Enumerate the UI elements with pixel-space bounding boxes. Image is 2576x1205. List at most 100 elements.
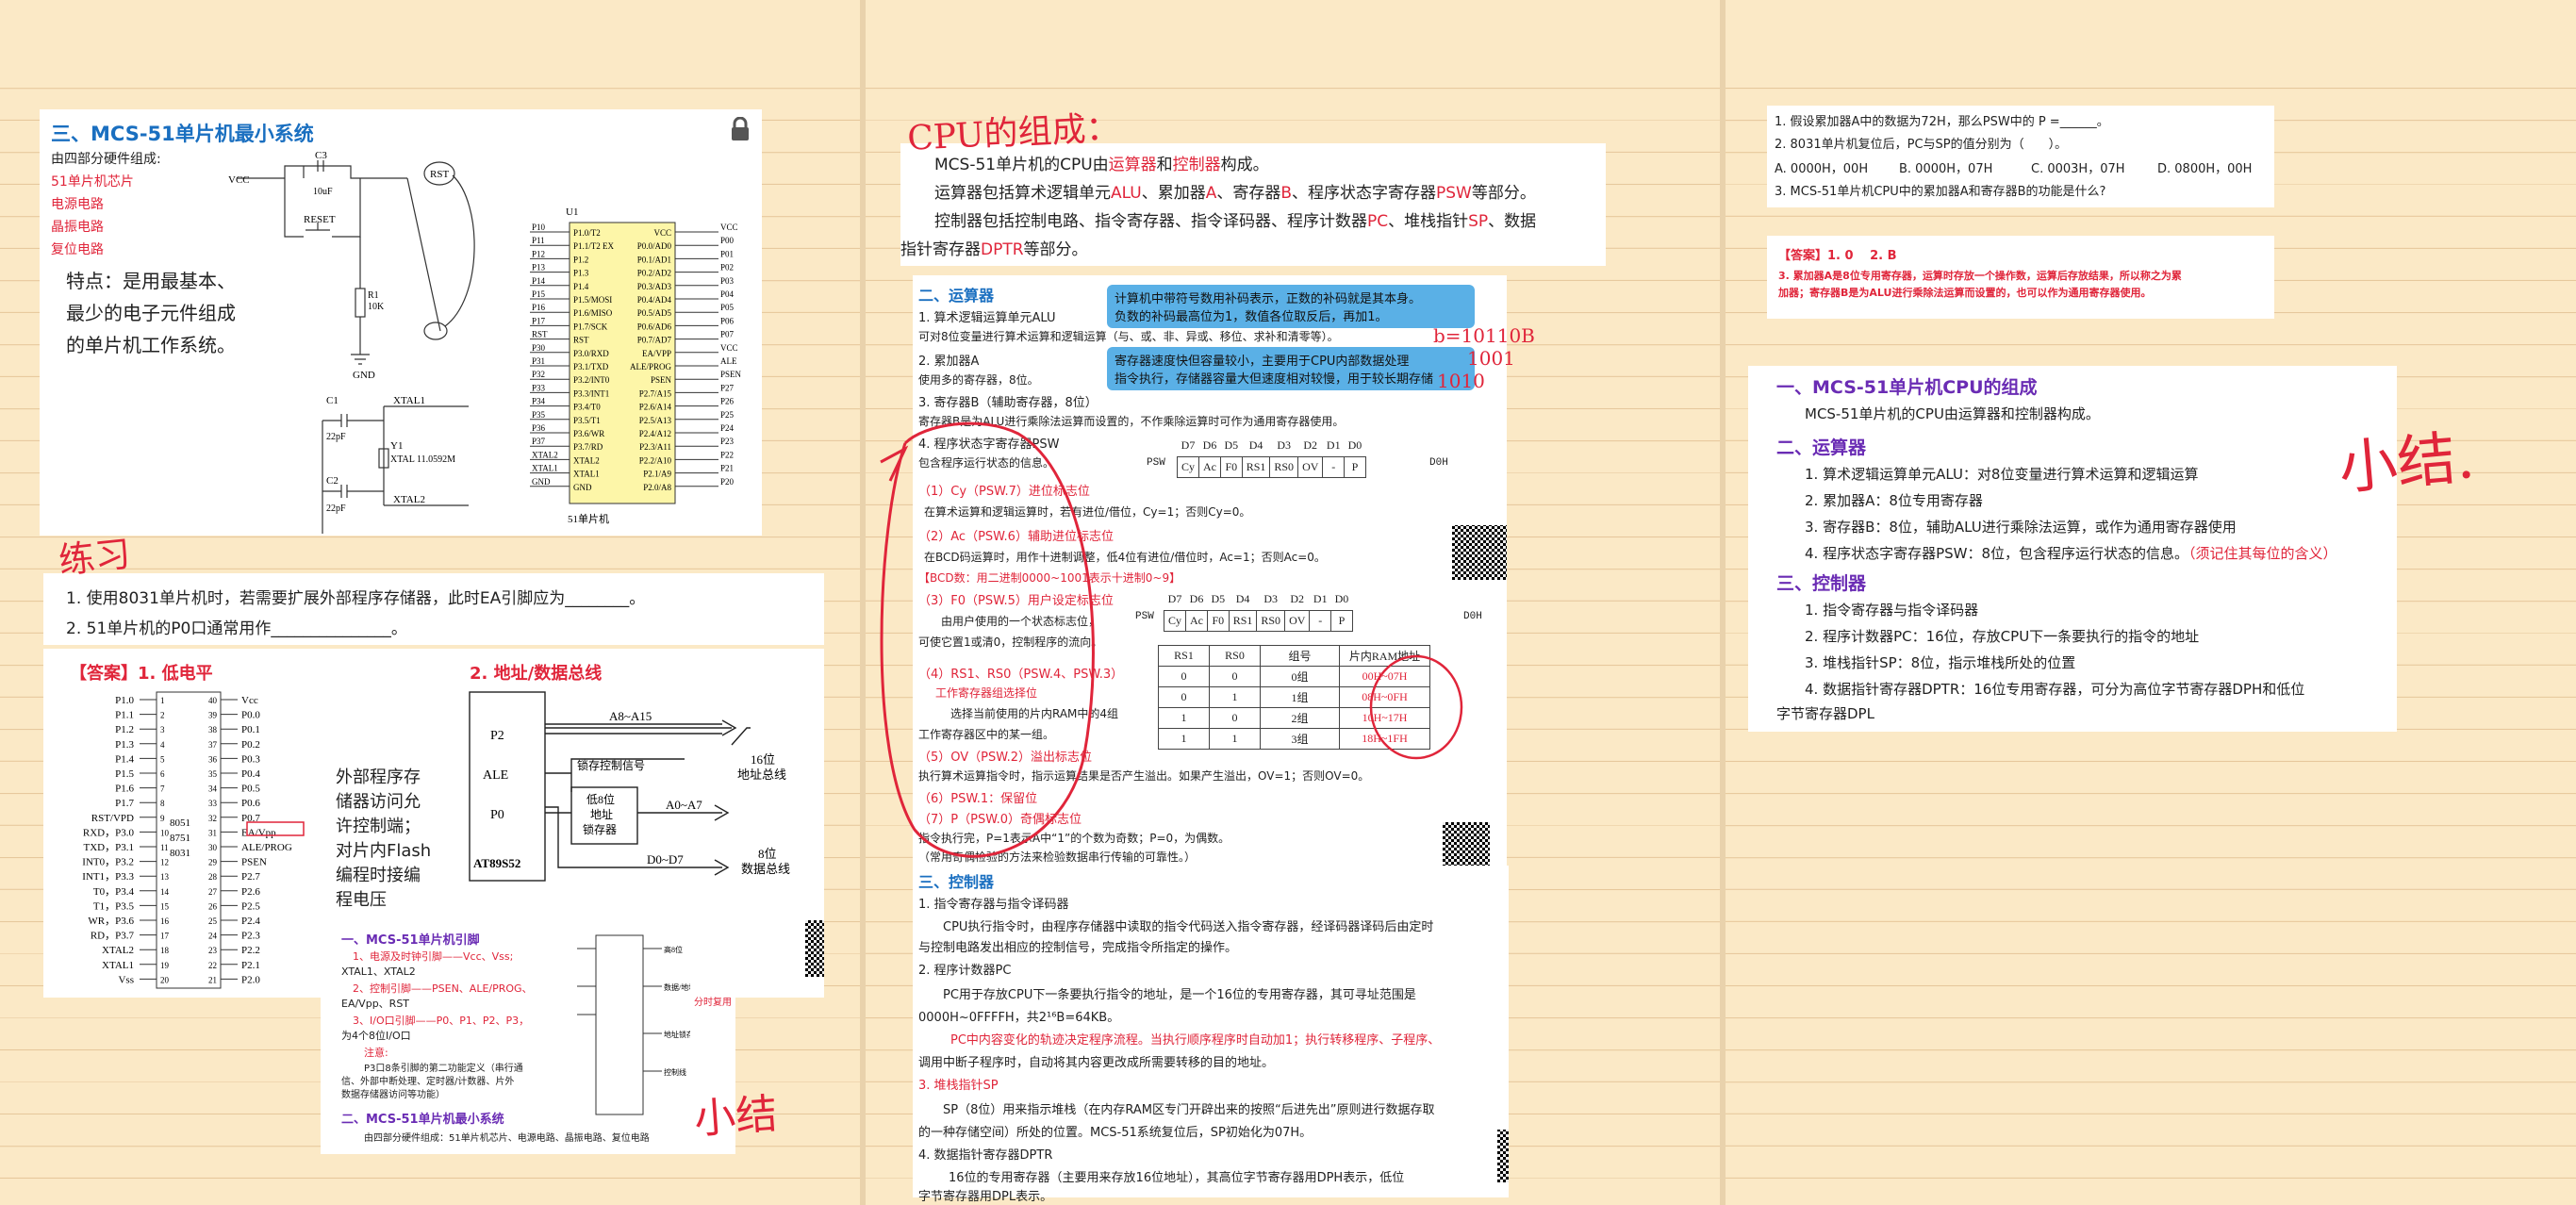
pin-name: P1.1 <box>115 710 134 721</box>
psw-bit-table: D7 D6 D5 D4 D3 D2 D1 D0 Cy Ac F0 RS1 RS0 OV - P <box>1176 436 1366 478</box>
pin-name: P0.5 <box>241 784 260 795</box>
summary-note: 注意: <box>364 1047 388 1059</box>
pin-label: P11 <box>532 236 545 245</box>
pin-name: P1.3 <box>115 739 134 751</box>
pin-number: 16 <box>160 916 170 926</box>
pin-name: XTAL1 <box>102 960 134 971</box>
bit: D5 <box>1211 592 1226 606</box>
rs-header: RS0 <box>1209 645 1261 667</box>
pin-number: 22 <box>208 961 217 970</box>
pin-label: XTAL2 <box>532 450 558 459</box>
summary-line: 由四部分硬件组成：51单片机芯片、电源电路、晶振电路、复位电路 <box>364 1133 650 1144</box>
ctrl-desc: PC用于存放CPU下一条要执行指令的地址，是一个16位的专用寄存器，其可寻址范围… <box>943 988 1416 1002</box>
psw-cell: Cy <box>1176 455 1200 478</box>
data-bus-label: 数据总线 <box>741 862 790 876</box>
pin-name: P2.3/A11 <box>639 442 671 452</box>
lock-icon[interactable] <box>730 116 751 141</box>
ctrl-desc: PC中内容变化的轨迹决定程序流程。当执行顺序程序时自动加1；执行转移程序、子程序… <box>950 1033 1441 1048</box>
psw-label: PSW <box>1147 457 1165 469</box>
p0-pin: P0 <box>490 808 504 822</box>
option: D. 0800H，00H <box>2157 162 2253 176</box>
pin-label: P35 <box>532 410 546 420</box>
pin-name: P1.6/MISO <box>573 308 613 318</box>
text: 控制器 <box>1172 156 1221 174</box>
data-bus-label: 8位 <box>758 847 777 861</box>
ea-note: 对片内Flash <box>336 841 432 861</box>
summary-line: EA/Vpp、RST <box>341 998 410 1010</box>
summary-line: 2. 程序计数器PC：16位，存放CPU下一条要执行的指令的地址 <box>1805 628 2200 645</box>
rs-header: RS1 <box>1158 645 1210 667</box>
summary-line: 数据存储器访问等功能） <box>341 1090 445 1100</box>
pin-name: P2.0/A8 <box>643 483 671 492</box>
text: 、程序状态字寄存器 <box>1292 184 1437 203</box>
feature-text: 特点：是用最基本、 <box>66 270 236 292</box>
ink-summary-note: 小结 <box>692 1089 779 1144</box>
text: 4. 程序状态字寄存器PSW：8位，包含程序运行状态的信息。 <box>1805 545 2189 562</box>
pin-name: P3.5/T1 <box>573 416 601 425</box>
ctrl-desc: SP（8位）用来指示堆栈（在内存RAM区专门开辟出来的按照“后进先出”原则进行数… <box>943 1103 1435 1117</box>
psw-cell: OV <box>1284 609 1311 632</box>
psw-cell: RS1 <box>1228 609 1258 632</box>
bit: D3 <box>1277 438 1292 453</box>
summary-heading: 二、运算器 <box>1776 437 1867 458</box>
summary-line: 信、外部中断处理、定时器/计数器、片外 <box>341 1077 515 1087</box>
pin-name: P2.4/A12 <box>639 429 671 438</box>
pin-name: P1.2 <box>573 255 588 264</box>
psw-cell: OV <box>1297 455 1324 478</box>
chip-model: 8751 <box>170 833 190 844</box>
qr-code-icon[interactable] <box>1497 1130 1509 1182</box>
bit: D2 <box>1303 438 1318 453</box>
pin-name: P1.5 <box>115 768 134 780</box>
u1-label: U1 <box>566 206 578 218</box>
ink-binary-note: b=10110B <box>1433 324 1535 347</box>
xtal2-label: XTAL2 <box>393 494 425 505</box>
psw-bit-table-2: D7 D6 D5 D4 D3 D2 D1 D0 Cy Ac F0 RS1 RS0 OV - P <box>1163 589 1353 632</box>
text: 等部分。 <box>1471 184 1536 203</box>
pin-label: P30 <box>532 343 546 353</box>
ea-note: 编程时接编 <box>336 866 421 885</box>
summary-heading: 一、MCS-51单片机引脚 <box>341 933 480 948</box>
text: 运算器 <box>1108 156 1157 174</box>
pin-number: 31 <box>208 828 217 837</box>
pin-name: P0.4/AD4 <box>637 295 672 305</box>
section-heading: 二、运算器 <box>918 287 995 305</box>
cell: 1 <box>1158 707 1210 729</box>
pin-number: 13 <box>160 872 170 882</box>
ctrl-desc: 字节寄存器用DPL表示。 <box>918 1190 1053 1204</box>
pin-label: P24 <box>720 423 735 433</box>
feature-text: 的单片机工作系统。 <box>66 334 236 356</box>
text: PC <box>1367 212 1389 231</box>
answer-line: 【答案】1. 0 2. B <box>1778 249 1897 263</box>
bit: D3 <box>1263 592 1279 606</box>
side-label: 控制线 <box>664 1067 686 1077</box>
pin-label: P20 <box>720 477 735 487</box>
a815-label: A8~A15 <box>609 709 652 723</box>
pin-number: 25 <box>208 916 218 926</box>
pin-name: T1，P3.5 <box>93 900 135 912</box>
text: 、累加器 <box>1141 184 1206 203</box>
qr-code-icon[interactable] <box>1452 525 1507 580</box>
c2-label: C2 <box>326 475 339 487</box>
pin-name: P1.7 <box>115 798 134 809</box>
text: 指针寄存器 <box>900 240 981 259</box>
pin-number: 27 <box>208 887 218 897</box>
chip-model: 8031 <box>170 848 190 859</box>
cell: 1 <box>1209 686 1261 708</box>
pin-number: 14 <box>160 887 170 897</box>
pin-label: P03 <box>720 276 735 286</box>
pin-number: 7 <box>160 784 165 794</box>
summary-line: 为4个8位I/O口 <box>341 1030 411 1042</box>
pin-name: P2.7 <box>241 871 260 883</box>
pin-name: P2.1/A9 <box>643 470 671 479</box>
latch-label: 低8位 <box>586 792 615 806</box>
qr-code-icon[interactable] <box>805 920 824 977</box>
pin-name: P0.0/AD0 <box>637 241 672 251</box>
min-system-card: 三、MCS-51单片机最小系统 由四部分硬件组成: 51单片机芯片 电源电路 晶… <box>40 109 762 536</box>
pin-name: P2.5/A13 <box>639 416 672 425</box>
bit: D7 <box>1181 438 1196 453</box>
pin-label: P02 <box>720 263 734 272</box>
text: 构成。 <box>1220 156 1269 174</box>
pin-label: P00 <box>720 236 735 245</box>
qr-code-icon[interactable] <box>1443 822 1490 867</box>
psw-label: PSW <box>1135 611 1154 622</box>
